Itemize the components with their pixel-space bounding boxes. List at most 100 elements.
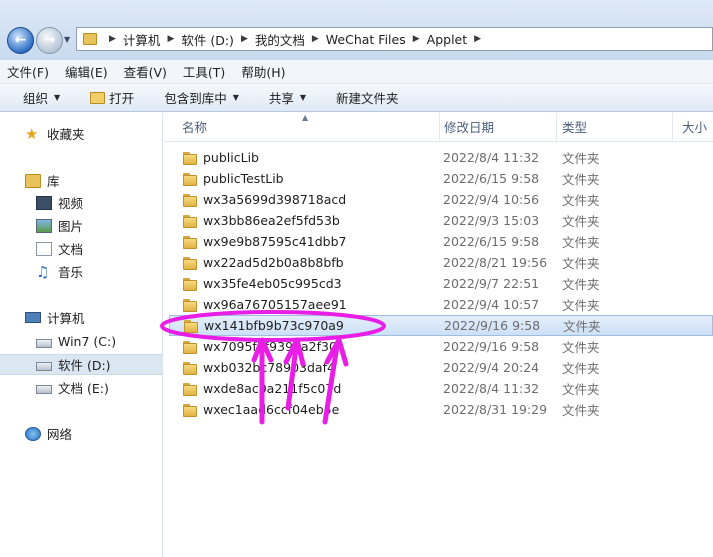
navigation-pane: ★ 收藏夹 库 视频 图片 文档 ♫ 音乐 计算机 Win7 (C:) 软件 (… (0, 113, 163, 557)
breadcrumb-wechat-files[interactable]: WeChat Files (326, 32, 406, 47)
forward-button[interactable]: → (36, 27, 63, 54)
file-type: 文件夹 (562, 256, 600, 271)
nav-item-libraries[interactable]: 库 (0, 170, 163, 191)
nav-item-documents[interactable]: 文档 (0, 238, 163, 259)
menu-view[interactable]: 查看(V) (124, 62, 167, 81)
chevron-right-icon[interactable]: ▶ (474, 34, 481, 44)
nav-item-drive-c[interactable]: Win7 (C:) (0, 331, 163, 352)
file-row[interactable]: wx9e9b87595c41dbb7 2022/6/15 9:58 文件夹 (169, 231, 713, 252)
folder-icon (183, 235, 197, 249)
folder-icon (183, 151, 197, 165)
file-name: wx7095f7f9398a2f30 (203, 339, 337, 354)
breadcrumb-applet[interactable]: Applet (427, 32, 468, 47)
file-type: 文件夹 (562, 214, 600, 229)
file-type: 文件夹 (562, 235, 600, 250)
file-row[interactable]: wx35fe4eb05c995cd3 2022/9/7 22:51 文件夹 (169, 273, 713, 294)
nav-item-videos[interactable]: 视频 (0, 192, 163, 213)
file-date: 2022/8/4 11:32 (443, 150, 540, 165)
back-button[interactable]: ← (7, 27, 34, 54)
file-row[interactable]: wx3bb86ea2ef5fd53b 2022/9/3 15:03 文件夹 (169, 210, 713, 231)
chevron-down-icon: ▼ (54, 93, 61, 102)
breadcrumb-computer[interactable]: 计算机 (123, 30, 161, 49)
file-date: 2022/8/31 19:29 (443, 402, 548, 417)
drive-icon (36, 362, 52, 371)
file-row[interactable]: wxde8ac0a211f5c07d 2022/8/4 11:32 文件夹 (169, 378, 713, 399)
drive-icon (36, 385, 52, 394)
breadcrumb-my-documents[interactable]: 我的文档 (255, 30, 305, 49)
file-date: 2022/9/3 15:03 (443, 213, 540, 228)
open-label: 打开 (109, 91, 135, 106)
nav-item-network[interactable]: 网络 (0, 423, 163, 444)
new-folder-button[interactable]: 新建文件夹 (336, 88, 399, 107)
document-icon (36, 241, 52, 256)
nav-item-label: 文档 (E:) (58, 381, 109, 396)
chevron-right-icon[interactable]: ▶ (109, 34, 116, 44)
chevron-down-icon: ▼ (299, 93, 307, 102)
chevron-right-icon[interactable]: ▶ (312, 34, 319, 44)
nav-item-favorites[interactable]: ★ 收藏夹 (0, 123, 163, 144)
file-type: 文件夹 (562, 151, 600, 166)
folder-icon (184, 319, 198, 333)
menu-edit[interactable]: 编辑(E) (65, 62, 108, 81)
folder-icon (183, 340, 197, 354)
menu-tools[interactable]: 工具(T) (183, 62, 225, 81)
file-row[interactable]: wxec1aad6ccf04eb5e 2022/8/31 19:29 文件夹 (169, 399, 713, 420)
file-type: 文件夹 (562, 172, 600, 187)
file-name: publicTestLib (203, 171, 284, 186)
recent-pages-dropdown[interactable]: ▼ (64, 35, 74, 45)
file-row[interactable]: wxb032bc78903daf4 2022/9/4 20:24 文件夹 (169, 357, 713, 378)
nav-item-drive-d[interactable]: 软件 (D:) (0, 354, 163, 375)
open-button[interactable]: 打开 (90, 88, 134, 107)
menu-file[interactable]: 文件(F) (7, 62, 49, 81)
include-in-library-button[interactable]: 包含到库中 ▼ (164, 88, 239, 107)
file-type: 文件夹 (562, 340, 600, 355)
organize-button[interactable]: 组织 ▼ (23, 88, 60, 107)
file-name: wxde8ac0a211f5c07d (203, 381, 342, 396)
folder-icon (183, 193, 197, 207)
nav-item-drive-e[interactable]: 文档 (E:) (0, 377, 163, 398)
file-date: 2022/9/7 22:51 (443, 276, 540, 291)
folder-icon (183, 382, 197, 396)
file-name: wx141bfb9b73c970a9 (204, 318, 344, 333)
breadcrumb-drive-d[interactable]: 软件 (D:) (181, 30, 234, 49)
menu-help[interactable]: 帮助(H) (241, 62, 285, 81)
folder-icon (183, 277, 197, 291)
nav-item-computer[interactable]: 计算机 (0, 307, 163, 328)
organize-label: 组织 (23, 91, 49, 106)
folder-icon (183, 361, 197, 375)
chevron-right-icon[interactable]: ▶ (241, 34, 248, 44)
column-header-size[interactable]: 大小 (672, 113, 713, 142)
file-type: 文件夹 (562, 382, 600, 397)
file-name: publicLib (203, 150, 259, 165)
address-box[interactable]: ▶ 计算机 ▶ 软件 (D:) ▶ 我的文档 ▶ WeChat Files ▶ … (76, 27, 713, 51)
menu-bar: 文件(F) 编辑(E) 查看(V) 工具(T) 帮助(H) (0, 60, 713, 84)
folder-icon (183, 298, 197, 312)
share-button[interactable]: 共享 ▼ (269, 88, 306, 107)
folder-icon (183, 403, 197, 417)
nav-item-label: Win7 (C:) (58, 334, 117, 349)
file-row[interactable]: publicLib 2022/8/4 11:32 文件夹 (169, 147, 713, 168)
chevron-right-icon[interactable]: ▶ (167, 34, 174, 44)
nav-item-music[interactable]: ♫ 音乐 (0, 261, 163, 282)
share-label: 共享 (268, 91, 294, 106)
open-folder-icon (90, 91, 106, 104)
nav-item-pictures[interactable]: 图片 (0, 215, 163, 236)
windows-drive-icon (36, 339, 52, 348)
file-name: wx9e9b87595c41dbb7 (203, 234, 347, 249)
column-header-name[interactable]: 名称 (172, 113, 440, 142)
column-header-date[interactable]: 修改日期 (434, 113, 554, 142)
file-row[interactable]: wx96a76705157aee91 2022/9/4 10:57 文件夹 (169, 294, 713, 315)
file-list-pane: ▲ 名称 修改日期 类型 大小 publicLib 2022/8/4 11:32 文… (164, 113, 713, 557)
music-note-icon: ♫ (36, 262, 50, 281)
file-row[interactable]: wx3a5699d398718acd 2022/9/4 10:56 文件夹 (169, 189, 713, 210)
command-bar: 组织 ▼ 打开 包含到库中 ▼ 共享 ▼ 新建文件夹 (0, 84, 713, 112)
column-headers: ▲ 名称 修改日期 类型 大小 (164, 113, 713, 142)
file-row[interactable]: publicTestLib 2022/6/15 9:58 文件夹 (169, 168, 713, 189)
column-header-type[interactable]: 类型 (552, 113, 670, 142)
file-row[interactable]: wx22ad5d2b0a8b8bfb 2022/8/21 19:56 文件夹 (169, 252, 713, 273)
file-row[interactable]: wx7095f7f9398a2f30 2022/9/16 9:58 文件夹 (169, 336, 713, 357)
file-name: wx3bb86ea2ef5fd53b (203, 213, 340, 228)
address-bar-area: ← → ▼ ▶ 计算机 ▶ 软件 (D:) ▶ 我的文档 ▶ WeChat Fi… (0, 0, 713, 60)
chevron-right-icon[interactable]: ▶ (413, 34, 420, 44)
file-row[interactable]: wx141bfb9b73c970a9 2022/9/16 9:58 文件夹 (169, 315, 713, 336)
